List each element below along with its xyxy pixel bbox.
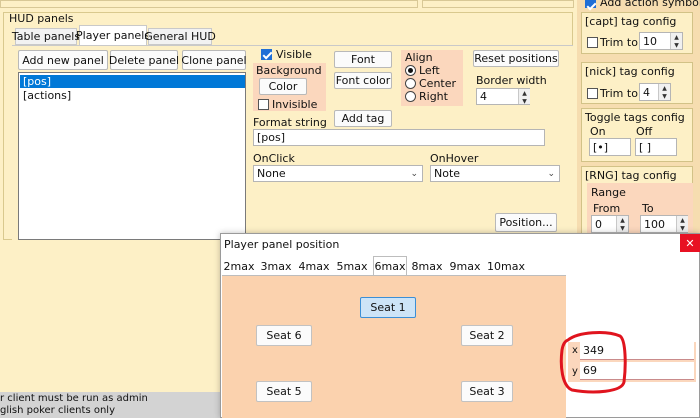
align-left-label: Left [419,64,440,77]
onclick-select[interactable]: None ⌄ [253,165,423,182]
nick-trim-label: Trim to [600,87,638,100]
add-action-symbol-label: Add action symbol [600,0,700,9]
border-width-spinner[interactable]: ▲ ▼ [518,89,530,105]
rng-config-title: [RNG] tag config [585,169,677,182]
rng-to-value: 100 [644,217,665,231]
format-string-value: [pos] [257,131,286,144]
toggle-on-value: [•] [593,140,609,154]
rng-to-label: To [642,202,654,215]
annotation-circle [559,331,627,394]
tab-9max[interactable]: 9max [449,258,481,275]
toggle-on-label: On [590,125,606,138]
toggle-off-label: Off [636,125,653,138]
chevron-down-icon: ⌄ [410,169,418,179]
capt-config-title: [capt] tag config [585,15,677,28]
tab-table-panels[interactable]: Table panels [12,28,80,45]
rng-from-label: From [593,202,621,215]
close-icon[interactable]: ✕ [680,234,700,252]
align-right-radio[interactable] [405,91,416,102]
invisible-label: Invisible [272,98,318,111]
format-string-field[interactable]: [pos] [253,129,545,146]
border-width-label: Border width [476,74,547,87]
chevron-down-icon: ⌄ [547,169,555,179]
rng-from-value: 0 [595,217,602,231]
tab-10max[interactable]: 10max [487,258,525,275]
align-center-radio[interactable] [405,78,416,89]
onclick-value: None [257,167,286,180]
status-line-2: glish poker clients only [0,405,115,416]
align-title: Align [405,51,433,64]
nick-config-title: [nick] tag config [585,65,675,78]
nick-trim-spinner[interactable]: ▲ ▼ [658,84,670,100]
seat-5-button[interactable]: Seat 5 [256,381,312,402]
format-string-label: Format string [253,116,327,129]
capt-trim-label: Trim to [600,36,638,49]
capt-trim-checkbox[interactable] [587,37,598,48]
rng-from-spinner[interactable]: ▲ ▼ [616,216,628,232]
tab-5max[interactable]: 5max [336,258,368,275]
seat-6-button[interactable]: Seat 6 [256,325,312,346]
align-center-label: Center [419,77,457,90]
nick-trim-value: 4 [643,85,650,99]
selected-highlight [20,75,245,88]
tab-3max[interactable]: 3max [260,258,292,275]
hud-panels-title: HUD panels [9,12,74,25]
align-left-radio[interactable] [405,65,416,76]
list-item[interactable]: [actions] [23,89,71,102]
add-new-panel-button[interactable]: Add new panel [18,50,108,70]
delete-panel-button[interactable]: Delete panel [109,50,179,70]
onhover-value: Note [434,167,461,180]
background-title: Background [256,64,322,77]
toggle-on-field[interactable]: [•] [589,138,631,156]
onhover-select[interactable]: Note ⌄ [430,165,560,182]
capt-trim-value: 10 [643,34,657,48]
seat-2-button[interactable]: Seat 2 [461,325,513,346]
font-button[interactable]: Font [334,51,392,68]
add-action-symbol-checkbox[interactable] [585,0,596,8]
status-line-1: r client must be run as admin [0,393,148,404]
invisible-checkbox[interactable] [258,99,269,110]
font-color-button[interactable]: Font color [334,72,392,89]
top-strip-mid [422,0,574,8]
toggle-config-title: Toggle tags config [585,111,685,124]
rng-range-label: Range [591,186,626,199]
dialog-title: Player panel position [224,238,340,251]
panel-list[interactable]: [pos] [actions] [18,72,246,240]
tab-player-panels[interactable]: Player panels [76,25,150,45]
tab-6max[interactable]: 6max [373,256,407,275]
add-tag-button[interactable]: Add tag [334,110,392,127]
visible-label: Visible [276,48,312,61]
reset-positions-button[interactable]: Reset positions [473,50,559,67]
nick-trim-checkbox[interactable] [587,88,598,99]
tab-general-hud[interactable]: General HUD [144,28,216,45]
onclick-label: OnClick [253,152,295,165]
tab-2max[interactable]: 2max [223,258,255,275]
capt-trim-spinner[interactable]: ▲ ▼ [670,33,682,49]
list-item[interactable]: [pos] [23,75,51,88]
visible-checkbox[interactable] [261,49,272,60]
seat-3-button[interactable]: Seat 3 [461,381,513,402]
tab-4max[interactable]: 4max [298,258,330,275]
rng-to-spinner[interactable]: ▲ ▼ [676,216,688,232]
toggle-off-value: [ ] [639,140,652,154]
toggle-off-field[interactable]: [ ] [635,138,677,156]
tab-8max[interactable]: 8max [411,258,443,275]
seat-1-button[interactable]: Seat 1 [360,297,416,318]
color-button[interactable]: Color [259,78,307,95]
top-strip-left [0,0,418,8]
onhover-label: OnHover [430,152,479,165]
align-right-label: Right [419,90,448,103]
clone-panel-button[interactable]: Clone panel [181,50,247,70]
border-width-value: 4 [480,90,487,103]
position-button[interactable]: Position... [495,213,557,232]
